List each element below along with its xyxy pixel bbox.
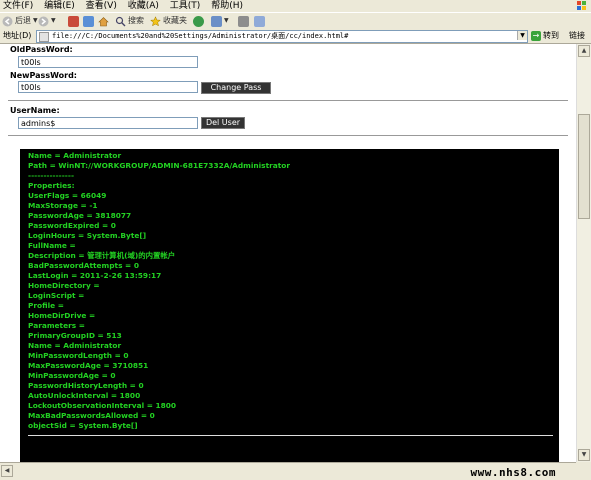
address-bar: 地址(D) file:///C:/Documents%20and%20Setti… — [0, 29, 591, 44]
scroll-down-icon[interactable]: ▼ — [578, 449, 590, 461]
change-pass-button[interactable]: Change Pass — [201, 82, 271, 94]
scroll-thumb[interactable] — [578, 114, 590, 219]
mail-button[interactable]: ▼ — [211, 14, 229, 28]
stop-icon — [68, 15, 79, 27]
back-button[interactable]: 后退 ▼ — [2, 14, 38, 28]
output-console: Name = Administrator Path = WinNT://WORK… — [20, 149, 559, 462]
horizontal-scrollbar[interactable]: ◀ www.nhs8.com — [0, 462, 576, 480]
chevron-down-icon: ▼ — [224, 17, 229, 24]
address-url: file:///C:/Documents%20and%20Settings/Ad… — [52, 32, 349, 40]
page-icon — [39, 32, 49, 42]
search-button[interactable]: 搜索 — [115, 14, 144, 28]
console-line: PrimaryGroupID = 513 — [28, 331, 122, 340]
console-line: LoginHours = System.Byte[] — [28, 231, 147, 240]
chevron-down-icon: ▼ — [51, 17, 56, 24]
console-line: LastLogin = 2011-2-26 13:59:17 — [28, 271, 162, 280]
address-label: 地址(D) — [3, 31, 32, 40]
stop-button[interactable] — [68, 14, 79, 28]
back-arrow-icon — [2, 16, 13, 26]
new-password-label: NewPassWord: — [10, 71, 77, 80]
console-line: Description = 管理计算机(域)的内置帐户 — [28, 251, 176, 260]
forward-arrow-icon — [38, 16, 49, 26]
divider — [8, 135, 568, 136]
new-password-input[interactable]: t00ls — [18, 81, 198, 93]
address-input[interactable]: file:///C:/Documents%20and%20Settings/Ad… — [36, 30, 528, 43]
menu-bar: 文件(F) 编辑(E) 查看(V) 收藏(A) 工具(T) 帮助(H) — [0, 0, 591, 12]
windows-logo-icon — [577, 1, 586, 10]
console-line: LockoutObservationInterval = 1800 — [28, 401, 177, 410]
media-icon — [193, 15, 204, 27]
console-line: HomeDirectory = — [28, 281, 100, 290]
chevron-down-icon: ▼ — [33, 17, 38, 24]
console-line: Name = Administrator — [28, 341, 122, 350]
console-line: AutoUnlockInterval = 1800 — [28, 391, 141, 400]
home-button[interactable] — [98, 14, 109, 28]
console-line: Name = Administrator — [28, 151, 122, 160]
menu-edit[interactable]: 编辑(E) — [41, 0, 80, 12]
go-arrow-icon: → — [531, 31, 541, 41]
scrollbar-corner — [576, 462, 591, 480]
watermark: www.nhs8.com — [470, 466, 556, 479]
console-line: MaxPasswordAge = 3710851 — [28, 361, 149, 370]
del-user-button[interactable]: Del User — [201, 117, 245, 129]
username-label: UserName: — [10, 106, 60, 115]
mail-icon — [211, 15, 222, 27]
menu-tools[interactable]: 工具(T) — [167, 0, 206, 12]
menu-view[interactable]: 查看(V) — [83, 0, 122, 12]
console-line: FullName = — [28, 241, 76, 250]
go-button[interactable]: → 转到 — [531, 30, 559, 42]
go-label: 转到 — [543, 31, 559, 40]
console-line: MaxStorage = -1 — [28, 201, 98, 210]
console-divider — [28, 435, 553, 436]
console-line: objectSid = System.Byte[] — [28, 421, 138, 430]
print-icon — [238, 15, 249, 27]
console-line: Properties: — [28, 181, 75, 190]
console-line: UserFlags = 66049 — [28, 191, 107, 200]
menu-help[interactable]: 帮助(H) — [208, 0, 248, 12]
chevron-down-icon: ▼ — [520, 32, 525, 39]
refresh-button[interactable] — [83, 14, 94, 28]
edit-icon — [254, 15, 265, 27]
console-line: MinPasswordLength = 0 — [28, 351, 129, 360]
old-password-label: OldPassWord: — [10, 45, 73, 54]
old-password-input[interactable]: t00ls — [18, 56, 198, 68]
search-label: 搜索 — [128, 16, 144, 25]
links-button[interactable]: 链接 — [569, 30, 585, 42]
scroll-left-icon[interactable]: ◀ — [1, 465, 13, 477]
console-line: Path = WinNT://WORKGROUP/ADMIN-681E7332A… — [28, 161, 291, 170]
search-icon — [115, 16, 126, 26]
menu-favorites[interactable]: 收藏(A) — [125, 0, 164, 12]
vertical-scrollbar[interactable]: ▲ ▼ — [576, 44, 591, 462]
edit-button[interactable] — [254, 14, 265, 28]
print-button[interactable] — [238, 14, 249, 28]
divider — [8, 100, 568, 101]
favorites-label: 收藏夹 — [163, 16, 187, 25]
address-dropdown-button[interactable]: ▼ — [517, 31, 527, 40]
back-label: 后退 — [15, 16, 31, 25]
favorites-button[interactable]: 收藏夹 — [150, 14, 187, 28]
page-content: OldPassWord: t00ls NewPassWord: t00ls Ch… — [0, 44, 575, 462]
console-line: MinPasswordAge = 0 — [28, 371, 116, 380]
console-line: MaxBadPasswordsAllowed = 0 — [28, 411, 155, 420]
console-line: HomeDirDrive = — [28, 311, 96, 320]
star-icon — [150, 15, 161, 26]
console-line: PasswordExpired = 0 — [28, 221, 116, 230]
menu-file[interactable]: 文件(F) — [0, 0, 38, 12]
console-line: PasswordAge = 3818077 — [28, 211, 132, 220]
media-button[interactable] — [193, 14, 204, 28]
console-line: LoginScript = — [28, 291, 85, 300]
console-line: Parameters = — [28, 321, 85, 330]
console-line: Profile = — [28, 301, 64, 310]
scroll-up-icon[interactable]: ▲ — [578, 45, 590, 57]
console-line: PasswordHistoryLength = 0 — [28, 381, 144, 390]
refresh-icon — [83, 15, 94, 27]
home-icon — [98, 16, 109, 26]
console-line: --------------- — [28, 171, 75, 180]
forward-button[interactable]: ▼ — [38, 14, 56, 28]
username-input[interactable]: admins$ — [18, 117, 198, 129]
console-line: BadPasswordAttempts = 0 — [28, 261, 139, 270]
